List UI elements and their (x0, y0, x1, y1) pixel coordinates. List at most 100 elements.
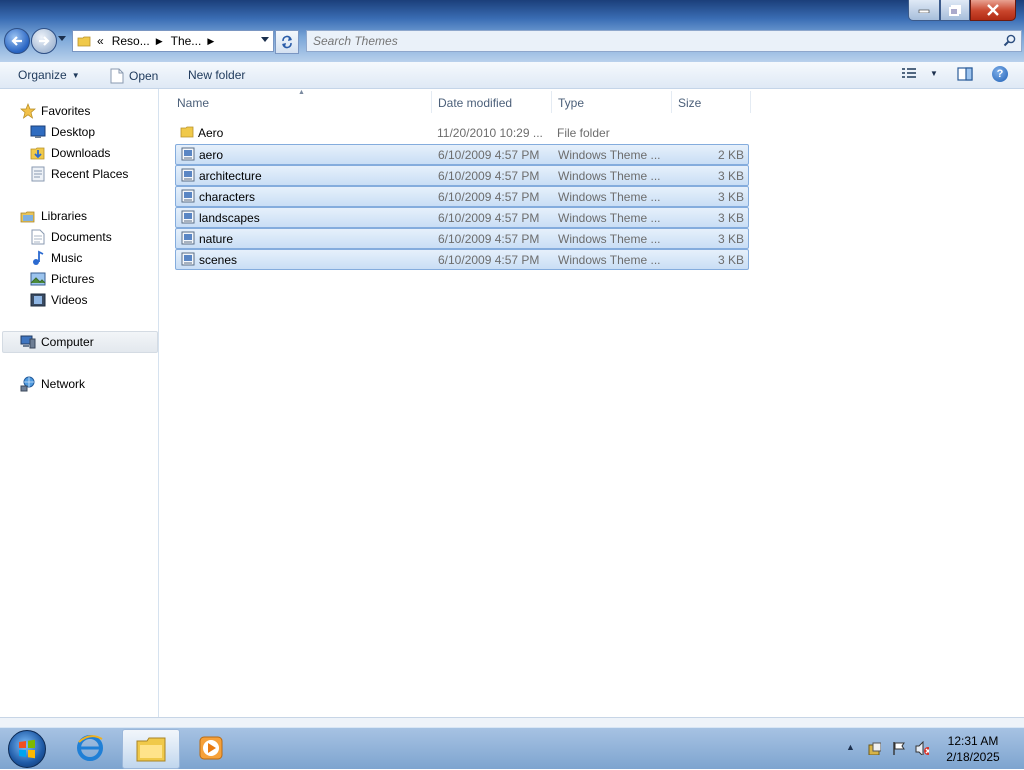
file-type: Windows Theme ... (558, 169, 661, 183)
close-button[interactable] (970, 0, 1016, 21)
arrow-left-icon (11, 36, 22, 46)
breadcrumb-resources[interactable]: Reso... (112, 34, 150, 48)
theme-file-icon (181, 189, 195, 203)
file-type: Windows Theme ... (558, 211, 661, 225)
file-size: 3 KB (717, 232, 744, 246)
address-dropdown-icon[interactable] (261, 37, 269, 43)
nav-recent-places[interactable]: Recent Places (30, 166, 128, 182)
minimize-icon (918, 9, 930, 13)
file-date-modified: 6/10/2009 4:57 PM (438, 148, 540, 162)
preview-pane-button[interactable] (957, 67, 973, 84)
minimize-button[interactable] (908, 0, 940, 21)
folder-icon (77, 36, 91, 47)
file-date-modified: 6/10/2009 4:57 PM (438, 190, 540, 204)
star-icon (20, 103, 36, 119)
change-view-button[interactable]: ▼ (901, 67, 938, 79)
organize-button[interactable]: Organize ▼ (18, 68, 80, 82)
file-name: aero (199, 148, 224, 162)
search-box[interactable] (306, 30, 1022, 52)
speaker-muted-icon[interactable] (915, 741, 929, 755)
open-button[interactable]: Open (110, 68, 158, 84)
new-folder-label: New folder (188, 68, 246, 82)
nav-documents[interactable]: Documents (30, 229, 112, 245)
nav-computer-label: Computer (41, 335, 94, 349)
file-date-modified: 6/10/2009 4:57 PM (438, 169, 540, 183)
clock-date: 2/18/2025 (946, 750, 1000, 764)
chevron-down-icon[interactable]: ▼ (930, 69, 938, 78)
start-button[interactable] (8, 730, 46, 768)
command-bar: Organize ▼ Open New folder ▼ ? (0, 62, 1024, 89)
file-type: File folder (557, 126, 610, 140)
new-folder-button[interactable]: New folder (188, 68, 245, 82)
table-row[interactable]: landscapes 6/10/2009 4:57 PM Windows Theme… (175, 207, 749, 228)
nav-videos[interactable]: Videos (30, 292, 87, 308)
nav-computer[interactable]: Computer (20, 334, 94, 350)
open-label: Open (129, 69, 159, 83)
internet-explorer-icon (77, 735, 103, 761)
table-row[interactable]: characters 6/10/2009 4:57 PM Windows Theme… (175, 186, 749, 207)
address-bar[interactable]: « Reso... ▶ The... ▶ (72, 30, 274, 52)
nav-music[interactable]: Music (30, 250, 82, 266)
theme-file-icon (181, 231, 195, 245)
file-date-modified: 6/10/2009 4:57 PM (438, 253, 540, 267)
column-divider[interactable] (551, 91, 552, 113)
nav-libraries[interactable]: Libraries (20, 208, 87, 224)
table-row[interactable]: aero 6/10/2009 4:57 PM Windows Theme ... 2 … (175, 144, 749, 165)
libraries-icon (20, 208, 36, 224)
address-overflow[interactable]: « (97, 34, 104, 48)
nav-network[interactable]: Network (20, 376, 85, 392)
clock[interactable]: 12:31 AM 2/18/2025 (940, 733, 1006, 765)
search-input[interactable] (307, 33, 995, 49)
forward-button[interactable] (31, 28, 57, 54)
nav-pictures[interactable]: Pictures (30, 271, 94, 287)
column-divider[interactable] (750, 91, 751, 113)
column-header-type[interactable]: Type (558, 96, 584, 110)
search-icon[interactable] (1003, 34, 1016, 47)
column-header-size[interactable]: Size (678, 96, 701, 110)
table-row[interactable]: scenes 6/10/2009 4:57 PM Windows Theme ...… (175, 249, 749, 270)
details-view-icon (902, 68, 916, 78)
media-player-icon (199, 736, 223, 760)
restore-button[interactable] (940, 0, 970, 21)
column-header-name[interactable]: Name (177, 96, 209, 110)
nav-downloads-label: Downloads (51, 146, 111, 160)
column-divider[interactable] (431, 91, 432, 113)
table-row[interactable]: Aero 11/20/2010 10:29 ... File folder (175, 123, 747, 142)
restore-icon (949, 4, 961, 16)
nav-network-label: Network (41, 377, 86, 391)
refresh-button[interactable] (275, 30, 299, 54)
file-name: landscapes (199, 211, 260, 225)
organize-label: Organize (18, 68, 67, 82)
caption-buttons (908, 0, 1016, 22)
nav-recent-places-label: Recent Places (51, 167, 129, 181)
column-divider[interactable] (671, 91, 672, 113)
recent-pages-dropdown-icon[interactable] (58, 36, 66, 42)
show-hidden-icons-button[interactable]: ▲ (846, 742, 855, 752)
action-center-icon[interactable] (867, 741, 881, 755)
breadcrumb-separator-icon[interactable]: ▶ (207, 36, 214, 47)
help-button[interactable]: ? (992, 66, 1008, 82)
file-list: ▲ Name Date modified Type Size Aero 11/20… (159, 89, 1024, 717)
nav-desktop[interactable]: Desktop (30, 124, 95, 140)
arrow-right-icon (39, 36, 50, 46)
nav-favorites[interactable]: Favorites (20, 103, 90, 119)
breadcrumb-separator-icon[interactable]: ▶ (156, 36, 163, 47)
taskbar: ▲ 12:31 AM 2/18/2025 (0, 727, 1024, 769)
taskbar-internet-explorer[interactable] (62, 729, 118, 767)
taskbar-media-player[interactable] (183, 729, 239, 767)
table-row[interactable]: architecture 6/10/2009 4:57 PM Windows The… (175, 165, 749, 186)
file-date-modified: 6/10/2009 4:57 PM (438, 211, 540, 225)
nav-documents-label: Documents (51, 230, 112, 244)
pictures-icon (30, 271, 46, 287)
breadcrumb-themes[interactable]: The... (171, 34, 202, 48)
back-button[interactable] (4, 28, 30, 54)
nav-downloads[interactable]: Downloads (30, 145, 110, 161)
nav-pictures-label: Pictures (51, 272, 95, 286)
table-row[interactable]: nature 6/10/2009 4:57 PM Windows Theme ...… (175, 228, 749, 249)
column-header-date-modified[interactable]: Date modified (438, 96, 512, 110)
theme-file-icon (181, 168, 195, 182)
taskbar-windows-explorer[interactable] (122, 729, 180, 769)
flag-icon[interactable] (891, 741, 905, 755)
help-icon: ? (996, 68, 1004, 80)
file-type: Windows Theme ... (558, 232, 661, 246)
